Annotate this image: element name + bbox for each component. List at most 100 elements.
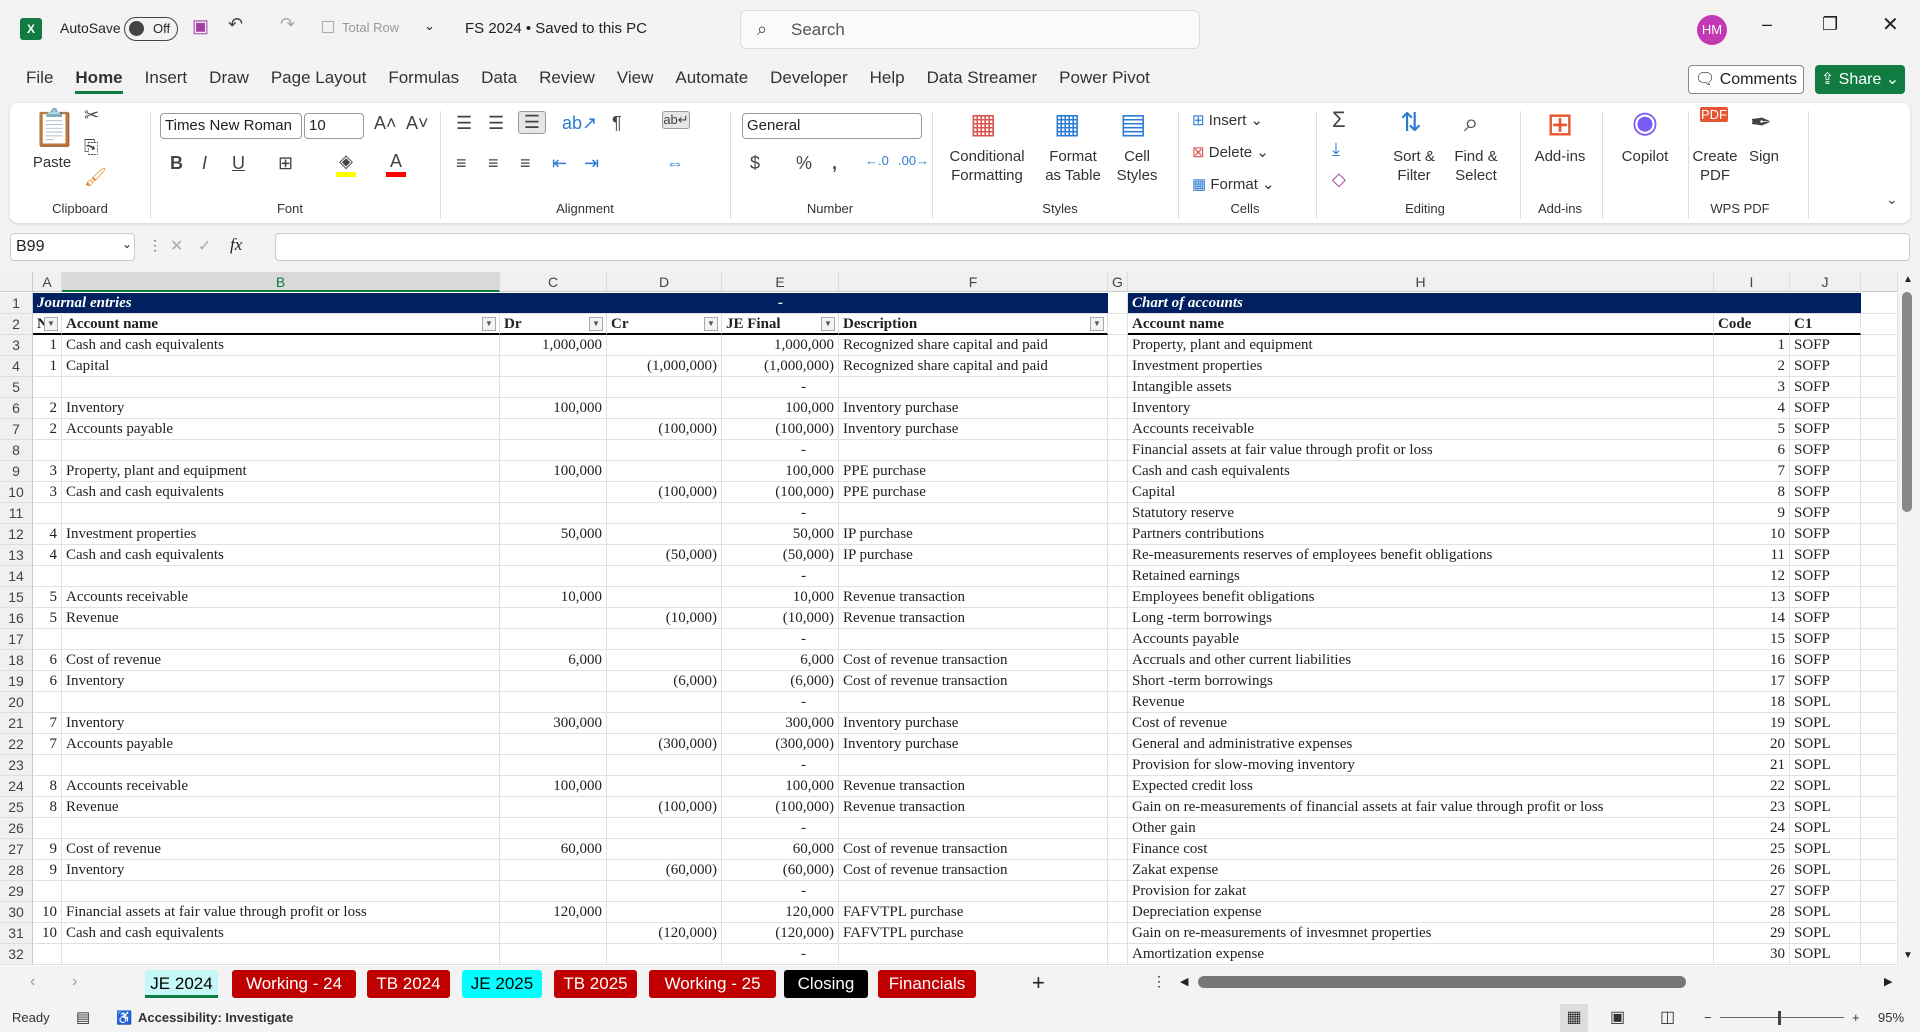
coa-c1[interactable]: SOPL (1790, 944, 1861, 965)
row-header[interactable]: 2 (0, 314, 33, 335)
cell[interactable] (1108, 419, 1128, 440)
coa-code[interactable]: 11 (1714, 545, 1790, 566)
coa-c1[interactable]: SOFP (1790, 524, 1861, 545)
journal-cell[interactable]: (60,000) (607, 860, 722, 881)
coa-code[interactable]: 29 (1714, 923, 1790, 944)
coa-c1[interactable]: SOFP (1790, 482, 1861, 503)
coa-c1[interactable]: SOPL (1790, 860, 1861, 881)
coa-code[interactable]: 9 (1714, 503, 1790, 524)
journal-cell[interactable]: Inventory purchase (839, 734, 1108, 755)
journal-cell[interactable] (839, 818, 1108, 839)
cell[interactable] (1861, 839, 1898, 860)
journal-cell[interactable]: 8 (33, 797, 62, 818)
next-sheet-icon[interactable]: › (72, 973, 77, 991)
journal-header-5[interactable]: Description ▼ (839, 314, 1108, 335)
journal-cell[interactable]: 3 (33, 461, 62, 482)
journal-cell[interactable]: Cash and cash equivalents (62, 923, 500, 944)
coa-c1[interactable]: SOPL (1790, 902, 1861, 923)
sheet-tab-tb-2024[interactable]: TB 2024 (367, 970, 450, 998)
row-header[interactable]: 5 (0, 377, 33, 398)
find-select-button[interactable]: Find & Select (1446, 147, 1506, 185)
journal-cell[interactable] (500, 692, 607, 713)
top-align-icon[interactable]: ☰ (456, 113, 472, 134)
sort-filter-icon[interactable]: ⇅ (1400, 107, 1422, 138)
more-icon[interactable]: ⋮ (148, 237, 162, 254)
format-painter-icon[interactable]: 🖌 (84, 167, 107, 188)
journal-cell[interactable] (607, 839, 722, 860)
coa-c1[interactable]: SOPL (1790, 776, 1861, 797)
cell[interactable] (1861, 566, 1898, 587)
journal-cell[interactable] (33, 944, 62, 965)
journal-cell[interactable] (607, 524, 722, 545)
delete-cells-button[interactable]: ⊠ Delete ⌄ (1192, 143, 1269, 162)
cell[interactable] (1861, 356, 1898, 377)
journal-cell[interactable] (607, 944, 722, 965)
journal-cell[interactable] (607, 566, 722, 587)
cell[interactable] (1861, 314, 1898, 335)
coa-c1[interactable]: SOPL (1790, 818, 1861, 839)
journal-cell[interactable]: 100,000 (722, 398, 839, 419)
journal-cell[interactable]: Cash and cash equivalents (62, 335, 500, 356)
journal-cell[interactable]: 5 (33, 587, 62, 608)
journal-cell[interactable]: (1,000,000) (607, 356, 722, 377)
journal-cell[interactable] (62, 818, 500, 839)
align-left-icon[interactable]: ≡ (456, 153, 467, 174)
row-header[interactable]: 28 (0, 860, 33, 881)
underline-icon[interactable]: U (232, 153, 245, 174)
row-header[interactable]: 3 (0, 335, 33, 356)
coa-account-name[interactable]: Inventory (1128, 398, 1714, 419)
cell[interactable] (1108, 566, 1128, 587)
coa-c1[interactable]: SOFP (1790, 461, 1861, 482)
coa-c1[interactable]: SOPL (1790, 692, 1861, 713)
journal-cell[interactable]: 50,000 (500, 524, 607, 545)
coa-c1[interactable]: SOFP (1790, 545, 1861, 566)
coa-c1[interactable]: SOFP (1790, 566, 1861, 587)
journal-cell[interactable] (607, 818, 722, 839)
coa-code[interactable]: 25 (1714, 839, 1790, 860)
autosum-icon[interactable]: Σ (1332, 107, 1346, 133)
journal-cell[interactable]: 6 (33, 671, 62, 692)
journal-cell[interactable]: 5 (33, 608, 62, 629)
cell[interactable] (1861, 671, 1898, 692)
name-box[interactable]: B99 (10, 233, 135, 261)
sheet-tab-financials[interactable]: Financials (878, 970, 976, 998)
journal-cell[interactable]: Revenue transaction (839, 776, 1108, 797)
row-header[interactable]: 13 (0, 545, 33, 566)
cell[interactable] (1108, 440, 1128, 461)
cell[interactable] (1861, 755, 1898, 776)
column-header-c[interactable]: C (500, 272, 607, 292)
coa-account-name[interactable]: Retained earnings (1128, 566, 1714, 587)
coa-c1[interactable]: SOFP (1790, 419, 1861, 440)
journal-cell[interactable] (62, 566, 500, 587)
decrease-decimal-icon[interactable]: .00→ (898, 153, 929, 168)
journal-cell[interactable] (500, 797, 607, 818)
coa-code[interactable]: 21 (1714, 755, 1790, 776)
journal-cell[interactable] (607, 587, 722, 608)
journal-cell[interactable]: (10,000) (607, 608, 722, 629)
coa-c1[interactable]: SOFP (1790, 587, 1861, 608)
journal-cell[interactable]: 10 (33, 902, 62, 923)
cell[interactable] (1861, 608, 1898, 629)
bottom-align-icon[interactable]: ☰ (518, 111, 546, 134)
coa-account-name[interactable]: Accruals and other current liabilities (1128, 650, 1714, 671)
journal-cell[interactable] (500, 629, 607, 650)
journal-cell[interactable]: - (722, 944, 839, 965)
coa-c1[interactable]: SOPL (1790, 713, 1861, 734)
cell[interactable] (1108, 293, 1128, 314)
cell[interactable] (1861, 440, 1898, 461)
journal-cell[interactable]: Revenue transaction (839, 587, 1108, 608)
minimize-icon[interactable]: – (1762, 14, 1772, 35)
coa-c1[interactable]: SOFP (1790, 377, 1861, 398)
coa-account-name[interactable]: Gain on re-measurements of financial ass… (1128, 797, 1714, 818)
journal-cell[interactable]: IP purchase (839, 524, 1108, 545)
journal-cell[interactable] (62, 440, 500, 461)
coa-c1[interactable]: SOPL (1790, 755, 1861, 776)
copy-icon[interactable]: ⎘ (84, 137, 98, 158)
insert-function-icon[interactable]: fx (230, 235, 242, 255)
journal-cell[interactable]: 1,000,000 (722, 335, 839, 356)
zoom-in-icon[interactable]: + (1852, 1004, 1860, 1032)
avatar[interactable]: HM (1697, 15, 1727, 45)
sheet-tab-tb-2025[interactable]: TB 2025 (554, 970, 637, 998)
middle-align-icon[interactable]: ☰ (488, 113, 504, 134)
journal-cell[interactable]: (6,000) (607, 671, 722, 692)
